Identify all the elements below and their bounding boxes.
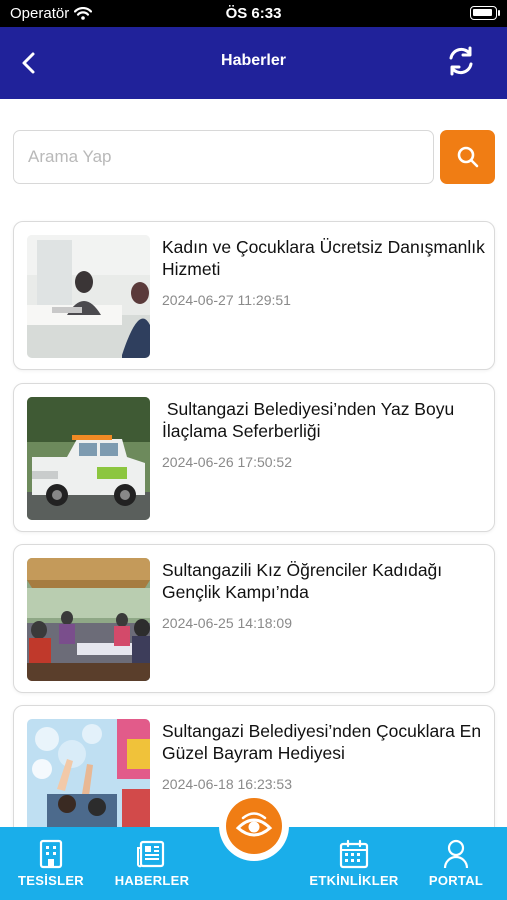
calendar-icon [339, 839, 369, 869]
refresh-icon [449, 46, 473, 76]
nav-etkinlikler[interactable]: ETKİNLİKLER [306, 827, 402, 900]
nav-label: ETKİNLİKLER [309, 873, 399, 888]
news-date: 2024-06-18 16:23:53 [162, 776, 292, 792]
news-card[interactable]: Sultangazi Belediyesi’nden Yaz Boyu İlaç… [13, 383, 495, 532]
news-card[interactable]: Sultangazili Kız Öğrenciler Kadıdağı Gen… [13, 544, 495, 693]
news-title: Sultangazi Belediyesi’nden Yaz Boyu İlaç… [162, 399, 460, 441]
news-thumbnail [27, 235, 150, 358]
eye-logo-icon [235, 812, 273, 837]
nav-portal[interactable]: PORTAL [420, 827, 492, 900]
news-thumbnail [27, 397, 150, 520]
battery-icon [470, 6, 497, 20]
news-title: Sultangazili Kız Öğrenciler Kadıdağı Gen… [162, 560, 443, 602]
app-header: Haberler [0, 27, 507, 99]
nav-label: TESİSLER [18, 873, 84, 888]
center-home-button[interactable] [226, 798, 282, 854]
page-title: Haberler [221, 52, 286, 69]
newspaper-icon [137, 839, 167, 869]
news-title: Kadın ve Çocuklara Ücretsiz Danışmanlık … [162, 237, 485, 279]
news-date: 2024-06-26 17:50:52 [162, 454, 292, 470]
status-bar: Operatör ÖS 6:33 [0, 0, 507, 27]
news-date: 2024-06-25 14:18:09 [162, 615, 292, 631]
center-button-ring [219, 791, 289, 861]
nav-label: HABERLER [114, 873, 190, 888]
search-button[interactable] [440, 130, 495, 184]
news-screen: Operatör ÖS 6:33 Haberler Arama Yap Kadı… [0, 0, 507, 900]
nav-haberler[interactable]: HABERLER [112, 827, 192, 900]
search-input[interactable] [13, 130, 434, 184]
building-icon [36, 839, 66, 869]
status-time: ÖS 6:33 [225, 5, 282, 22]
news-title: Sultangazi Belediyesi’nden Çocuklara En … [162, 721, 482, 763]
nav-label: PORTAL [428, 873, 484, 888]
news-thumbnail [27, 558, 150, 681]
user-icon [441, 839, 471, 869]
battery-tip [498, 10, 500, 16]
nav-tesisler[interactable]: TESİSLER [13, 827, 89, 900]
news-date: 2024-06-27 11:29:51 [162, 292, 291, 308]
news-thumbnail [27, 719, 150, 842]
search-icon [457, 146, 478, 168]
news-card[interactable]: Kadın ve Çocuklara Ücretsiz Danışmanlık … [13, 221, 495, 370]
refresh-button[interactable] [443, 43, 479, 79]
